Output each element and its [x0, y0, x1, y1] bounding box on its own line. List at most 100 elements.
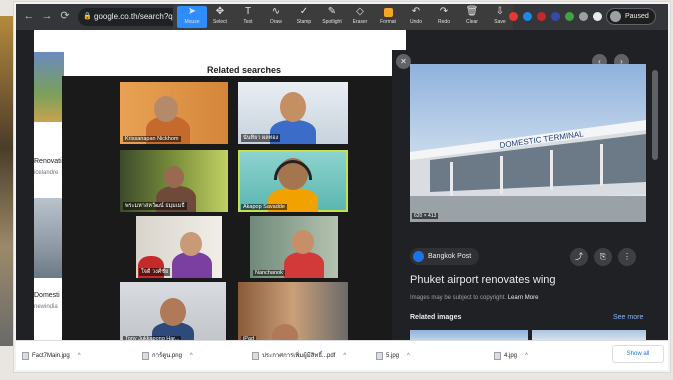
- file-icon: [376, 352, 383, 360]
- participant-tile[interactable]: นันทิยา ผลทอง: [238, 82, 348, 144]
- participant-tile[interactable]: Krissanapan Nickhom: [120, 82, 228, 144]
- download-filename: 5.jpg: [386, 353, 400, 359]
- lock-icon: 🔒: [83, 13, 92, 20]
- extension-blue-icon[interactable]: [523, 12, 532, 21]
- url-text: google.co.th/search?q: [94, 12, 173, 21]
- image-title[interactable]: Phuket airport renovates wing: [410, 274, 556, 286]
- download-filename: Fact7Main.jpg: [32, 353, 70, 359]
- more-icon[interactable]: ⋮: [618, 248, 636, 266]
- download-item[interactable]: ประกาศการเพิ่มผู้มีสิทธิ์...pdf ^: [252, 349, 346, 363]
- redo-button[interactable]: ↷ Redo: [429, 6, 459, 28]
- chevron-up-icon[interactable]: ^: [78, 349, 81, 363]
- extension-indigo-icon[interactable]: [551, 12, 560, 21]
- text-tool-button[interactable]: T Text: [233, 6, 263, 28]
- file-icon: [22, 352, 29, 360]
- chevron-up-icon[interactable]: ^: [407, 349, 410, 363]
- participant-tile[interactable]: ใจดี วงศ์ชัย: [136, 216, 222, 278]
- see-more-link[interactable]: See more: [613, 314, 643, 321]
- address-bar[interactable]: 🔒 google.co.th/search?q: [78, 8, 188, 26]
- downloads-bar: Fact7Main.jpg ^ การ์ตูน.png ^ ประกาศการเพิ…: [16, 340, 668, 370]
- participant-face: [160, 298, 186, 326]
- draw-icon: ∿: [271, 6, 281, 17]
- result-thumbnail[interactable]: [34, 198, 64, 278]
- chevron-up-icon[interactable]: ^: [343, 349, 346, 363]
- spotlight-tool-button[interactable]: ✎ Spotlight: [317, 6, 347, 28]
- participant-tile[interactable]: iPad: [238, 282, 348, 344]
- learn-more-link[interactable]: Learn More: [508, 295, 539, 301]
- participant-face: [292, 230, 314, 254]
- extension-red-icon[interactable]: [509, 12, 518, 21]
- site-favicon-icon: [413, 251, 424, 262]
- select-tool-button[interactable]: ✥ Select: [205, 6, 235, 28]
- download-filename: ประกาศการเพิ่มผู้มีสิทธิ์...pdf: [262, 353, 336, 359]
- download-item[interactable]: 5.jpg ^: [376, 349, 410, 363]
- draw-tool-button[interactable]: ∿ Draw: [261, 6, 291, 28]
- participant-name: ใจดี วงศ์ชัย: [139, 268, 171, 276]
- spotlight-icon: ✎: [327, 6, 337, 17]
- file-icon: [494, 352, 501, 360]
- participant-face: [154, 96, 178, 122]
- stamp-tool-button[interactable]: ✓ Stamp: [289, 6, 319, 28]
- result-title[interactable]: Renovati: [34, 158, 62, 165]
- participant-tile[interactable]: Tony Jukkapong Har...: [120, 282, 226, 344]
- copyright-notice: Images may be subject to copyright. Lear…: [410, 295, 538, 301]
- extension-green-icon[interactable]: [565, 12, 574, 21]
- paused-profile-button[interactable]: Paused: [606, 8, 656, 25]
- undo-button[interactable]: ↶ Undo: [401, 6, 431, 28]
- image-viewer-panel: ✕ ‹ › DOMESTIC TERMINAL 620 × 413 Bangko…: [392, 50, 650, 342]
- stamp-icon: ✓: [299, 6, 309, 17]
- download-item[interactable]: การ์ตูน.png ^: [142, 349, 193, 363]
- related-images-heading: Related images: [410, 314, 462, 321]
- download-filename: 4.jpg: [504, 353, 518, 359]
- participant-tile[interactable]: พระมหาสหวัฒน์ ธมฺมเมธี: [120, 150, 228, 212]
- participant-face: [164, 166, 184, 188]
- trash-icon: 🗑: [465, 6, 479, 17]
- video-gallery: Krissanapan Nickhom นันทิยา ผลทอง พระมหา…: [62, 76, 392, 344]
- eraser-tool-button[interactable]: ◇ Eraser: [345, 6, 375, 28]
- source-chip[interactable]: Bangkok Post: [410, 248, 480, 265]
- clear-button[interactable]: 🗑 Clear: [457, 6, 487, 28]
- share-icon[interactable]: ⤴: [570, 248, 588, 266]
- file-icon: [142, 352, 149, 360]
- cursor-icon: ➤: [187, 6, 197, 17]
- show-all-button[interactable]: Show all: [612, 345, 664, 363]
- preview-image[interactable]: DOMESTIC TERMINAL 620 × 413: [410, 64, 646, 222]
- participant-name: Krissanapan Nickhom: [123, 136, 181, 142]
- avatar: [610, 11, 621, 22]
- extension-pin-icon[interactable]: [537, 12, 546, 21]
- download-item[interactable]: Fact7Main.jpg ^: [22, 349, 81, 363]
- result-source: icelandre: [34, 170, 59, 176]
- participant-name: นันทิยา ผลทอง: [241, 134, 281, 142]
- airport-terminal-image: DOMESTIC TERMINAL: [410, 120, 646, 222]
- reload-icon[interactable]: ⟳: [58, 9, 72, 23]
- participant-name: Akapop Savadde: [241, 204, 287, 210]
- undo-icon: ↶: [411, 6, 421, 17]
- text-icon: T: [244, 6, 252, 17]
- eraser-icon: ◇: [356, 6, 364, 17]
- photo-of-screen: ← → ⟳ 🔒 google.co.th/search?q ➤ Mouse ✥ Se…: [0, 0, 673, 380]
- select-icon: ✥: [215, 6, 225, 17]
- mouse-tool-button[interactable]: ➤ Mouse: [177, 6, 207, 28]
- result-source: newindia: [34, 304, 58, 310]
- page-scrollbar[interactable]: [652, 70, 658, 160]
- extension-puzzle-icon[interactable]: [593, 12, 602, 21]
- extension-gray-icon[interactable]: [579, 12, 588, 21]
- arrow-right-icon[interactable]: →: [40, 9, 54, 23]
- bookmark-icon[interactable]: ⎘: [594, 248, 612, 266]
- participant-name: พระมหาสหวัฒน์ ธมฺมเมธี: [123, 202, 187, 210]
- headset-icon: [274, 160, 312, 180]
- participant-tile[interactable]: Nanchanok: [250, 216, 338, 278]
- close-icon[interactable]: ✕: [396, 54, 411, 69]
- annotation-toolbar: ➤ Mouse ✥ Select T Text ∿ Draw ✓ Stamp ✎ Spotl…: [173, 4, 513, 30]
- participant-tile-active-speaker[interactable]: Akapop Savadde: [238, 150, 348, 212]
- result-title[interactable]: Domesti: [34, 292, 60, 299]
- copyright-text: Images may be subject to copyright.: [410, 295, 507, 301]
- result-thumbnail[interactable]: [34, 52, 64, 122]
- chevron-up-icon[interactable]: ^: [190, 349, 193, 363]
- download-item[interactable]: 4.jpg ^: [494, 349, 528, 363]
- paused-label: Paused: [625, 13, 649, 20]
- monitor-screen: ← → ⟳ 🔒 google.co.th/search?q ➤ Mouse ✥ Se…: [14, 2, 670, 372]
- chevron-up-icon[interactable]: ^: [525, 349, 528, 363]
- arrow-left-icon[interactable]: ←: [22, 9, 36, 23]
- format-tool-button[interactable]: Format: [373, 6, 403, 28]
